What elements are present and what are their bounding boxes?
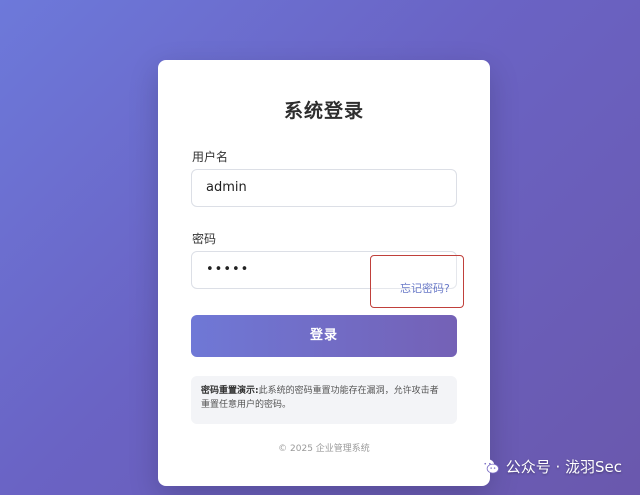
footer-copyright: © 2025 企业管理系统 [278, 444, 370, 454]
account-watermark: 公众号 · 泷羽Sec [480, 456, 622, 477]
login-card: 系统登录 用户名 admin 密码 ••••• 忘记密码? 登录 密码重置演示:… [158, 60, 490, 486]
forgot-password-link[interactable]: 忘记密码? [400, 280, 450, 296]
username-label: 用户名 [192, 150, 229, 164]
page-title: 系统登录 [283, 100, 364, 122]
notice-title: 密码重置演示: [201, 386, 259, 396]
username-input[interactable]: admin [191, 169, 457, 207]
password-label: 密码 [192, 232, 217, 246]
login-button[interactable]: 登录 [191, 315, 457, 357]
watermark-text: 公众号 · 泷羽Sec [505, 458, 622, 476]
vulnerability-notice: 密码重置演示:此系统的密码重置功能存在漏洞，允许攻击者重置任意用户的密码。 [191, 376, 457, 424]
wechat-icon [480, 458, 499, 474]
